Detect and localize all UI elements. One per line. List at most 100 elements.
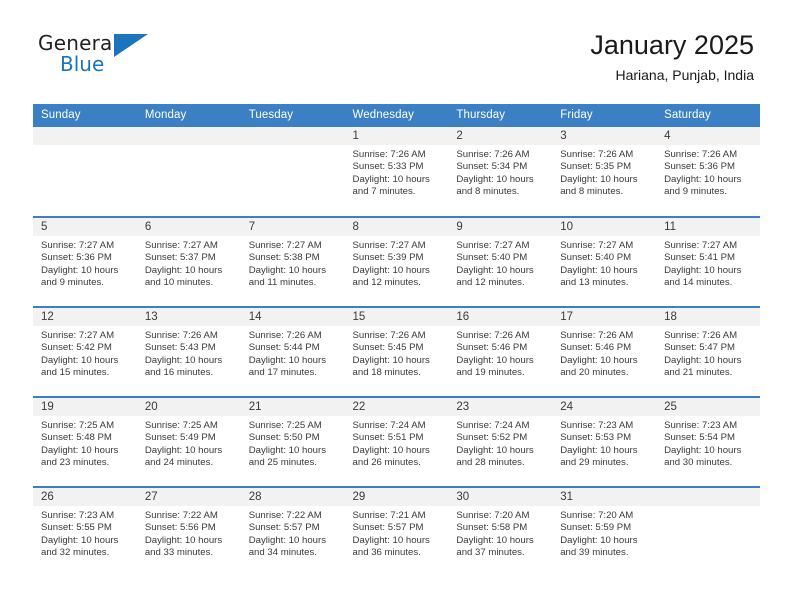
day-number: 16 xyxy=(448,308,553,326)
day-detail-line: Sunrise: 7:26 AM xyxy=(664,149,738,160)
day-detail-line: Daylight: 10 hours xyxy=(456,173,534,185)
calendar-day-cell[interactable]: 14 Sunrise: 7:26 AM Sunset: 5:44 PM Dayligh… xyxy=(240,306,345,397)
day-detail-line: Sunset: 5:58 PM xyxy=(456,522,528,534)
day-number: 5 xyxy=(33,218,137,236)
day-number: 29 xyxy=(344,488,449,506)
day-detail-line: Sunset: 5:53 PM xyxy=(560,432,632,444)
calendar-day-cell[interactable]: 8 Sunrise: 7:27 AM Sunset: 5:39 PM Daylight… xyxy=(344,216,449,307)
calendar-day-cell[interactable]: 25 Sunrise: 7:23 AM Sunset: 5:54 PM Dayligh… xyxy=(656,396,760,487)
day-number: 10 xyxy=(552,218,657,236)
calendar-day-cell[interactable]: 18 Sunrise: 7:26 AM Sunset: 5:47 PM Dayligh… xyxy=(656,306,760,397)
day-detail-line: and 32 minutes. xyxy=(41,546,110,558)
calendar-day-cell[interactable]: 4 Sunrise: 7:26 AM Sunset: 5:36 PM Daylight… xyxy=(656,127,760,217)
calendar-day-cell[interactable]: 16 Sunrise: 7:26 AM Sunset: 5:46 PM Dayligh… xyxy=(448,306,553,397)
day-number: 23 xyxy=(448,398,553,416)
day-detail-line: Sunset: 5:46 PM xyxy=(456,342,528,354)
day-number: 17 xyxy=(552,308,657,326)
day-detail-line: Daylight: 10 hours xyxy=(41,444,119,456)
day-detail-line: and 23 minutes. xyxy=(41,456,110,468)
calendar-day-cell[interactable]: 27 Sunrise: 7:22 AM Sunset: 5:56 PM Dayligh… xyxy=(136,486,241,577)
calendar-day-cell[interactable]: 10 Sunrise: 7:27 AM Sunset: 5:40 PM Dayligh… xyxy=(552,216,657,307)
day-detail-line: Sunset: 5:38 PM xyxy=(248,252,320,264)
calendar-day-cell[interactable]: 1 Sunrise: 7:26 AM Sunset: 5:33 PM Daylight… xyxy=(344,127,449,217)
calendar-day-cell[interactable]: 30 Sunrise: 7:20 AM Sunset: 5:58 PM Dayligh… xyxy=(448,486,553,577)
day-number: 24 xyxy=(552,398,657,416)
day-number: 7 xyxy=(240,218,345,236)
calendar-day-cell[interactable]: 5 Sunrise: 7:27 AM Sunset: 5:36 PM Daylight… xyxy=(33,216,137,307)
calendar-day-cell[interactable]: 11 Sunrise: 7:27 AM Sunset: 5:41 PM Dayligh… xyxy=(656,216,760,307)
calendar-day-cell[interactable]: 17 Sunrise: 7:26 AM Sunset: 5:46 PM Dayligh… xyxy=(552,306,657,397)
calendar-day-cell[interactable]: 2 Sunrise: 7:26 AM Sunset: 5:34 PM Daylight… xyxy=(448,127,553,217)
calendar-day-cell[interactable]: 31 Sunrise: 7:20 AM Sunset: 5:59 PM Dayligh… xyxy=(552,486,657,577)
day-number xyxy=(136,127,241,145)
day-detail-line: Sunrise: 7:26 AM xyxy=(456,149,530,160)
day-detail-line: and 19 minutes. xyxy=(456,366,525,378)
calendar-day-cell[interactable]: 22 Sunrise: 7:24 AM Sunset: 5:51 PM Dayligh… xyxy=(344,396,449,487)
calendar-day-cell[interactable]: 28 Sunrise: 7:22 AM Sunset: 5:57 PM Dayligh… xyxy=(240,486,345,577)
day-detail-line: Sunrise: 7:27 AM xyxy=(144,240,218,251)
day-detail-line: and 37 minutes. xyxy=(456,546,525,558)
calendar-day-cell[interactable]: 29 Sunrise: 7:21 AM Sunset: 5:57 PM Dayligh… xyxy=(344,486,449,577)
day-detail-line: Sunrise: 7:27 AM xyxy=(41,330,115,341)
day-detail-line: Sunset: 5:52 PM xyxy=(456,432,528,444)
calendar-day-cell[interactable]: 9 Sunrise: 7:27 AM Sunset: 5:40 PM Daylight… xyxy=(448,216,553,307)
calendar-day-cell[interactable]: 21 Sunrise: 7:25 AM Sunset: 5:50 PM Dayligh… xyxy=(240,396,345,487)
day-details: Sunrise: 7:24 AM Sunset: 5:52 PM Daylight:… xyxy=(448,416,552,469)
calendar-day-cell[interactable]: 23 Sunrise: 7:24 AM Sunset: 5:52 PM Dayligh… xyxy=(448,396,553,487)
triangle-logo-icon xyxy=(114,34,148,57)
day-detail-line: Daylight: 10 hours xyxy=(352,354,430,366)
day-detail-line: Sunrise: 7:25 AM xyxy=(144,420,218,431)
day-details: Sunrise: 7:21 AM Sunset: 5:57 PM Daylight:… xyxy=(345,506,449,559)
day-detail-line: Sunrise: 7:25 AM xyxy=(41,420,115,431)
day-detail-line: Daylight: 10 hours xyxy=(560,173,638,185)
day-detail-line: Sunset: 5:36 PM xyxy=(41,252,112,264)
calendar-day-cell[interactable]: 24 Sunrise: 7:23 AM Sunset: 5:53 PM Dayligh… xyxy=(552,396,657,487)
day-detail-line: Sunrise: 7:20 AM xyxy=(560,510,634,521)
calendar-day-cell[interactable]: 19 Sunrise: 7:25 AM Sunset: 5:48 PM Dayligh… xyxy=(33,396,137,487)
day-detail-line: Sunrise: 7:23 AM xyxy=(41,510,115,521)
calendar-day-cell[interactable]: 20 Sunrise: 7:25 AM Sunset: 5:49 PM Dayligh… xyxy=(136,396,241,487)
day-detail-line: Sunrise: 7:26 AM xyxy=(456,330,530,341)
day-number: 8 xyxy=(344,218,449,236)
day-detail-line: and 21 minutes. xyxy=(664,366,733,378)
day-detail-line: and 15 minutes. xyxy=(41,366,110,378)
day-details: Sunrise: 7:27 AM Sunset: 5:41 PM Daylight:… xyxy=(656,236,760,289)
calendar-day-cell[interactable]: 26 Sunrise: 7:23 AM Sunset: 5:55 PM Dayligh… xyxy=(33,486,137,577)
day-detail-line: Daylight: 10 hours xyxy=(456,444,534,456)
day-details: Sunrise: 7:27 AM Sunset: 5:42 PM Daylight:… xyxy=(33,326,137,379)
day-details xyxy=(33,145,137,149)
day-detail-line: Daylight: 10 hours xyxy=(560,264,638,276)
calendar-week-row: 1 Sunrise: 7:26 AM Sunset: 5:33 PM Daylight… xyxy=(33,127,760,217)
day-number: 21 xyxy=(240,398,345,416)
day-detail-line: Sunrise: 7:22 AM xyxy=(248,510,322,521)
day-detail-line: Daylight: 10 hours xyxy=(248,354,327,366)
day-detail-line: Sunset: 5:41 PM xyxy=(664,252,735,264)
day-detail-line: Sunset: 5:34 PM xyxy=(456,161,528,173)
day-detail-line: Sunset: 5:49 PM xyxy=(144,432,216,444)
title-block: January 2025 Hariana, Punjab, India xyxy=(590,28,754,85)
calendar-day-cell[interactable]: 15 Sunrise: 7:26 AM Sunset: 5:45 PM Dayligh… xyxy=(344,306,449,397)
day-detail-line: Sunset: 5:36 PM xyxy=(664,161,735,173)
day-detail-line: Sunset: 5:46 PM xyxy=(560,342,632,354)
day-detail-line: Sunset: 5:47 PM xyxy=(664,342,735,354)
calendar-day-cell-empty xyxy=(33,127,137,217)
calendar-day-cell[interactable]: 7 Sunrise: 7:27 AM Sunset: 5:38 PM Daylight… xyxy=(240,216,345,307)
calendar-day-cell[interactable]: 6 Sunrise: 7:27 AM Sunset: 5:37 PM Daylight… xyxy=(136,216,241,307)
calendar-day-cell[interactable]: 12 Sunrise: 7:27 AM Sunset: 5:42 PM Dayligh… xyxy=(33,306,137,397)
day-details: Sunrise: 7:20 AM Sunset: 5:59 PM Daylight:… xyxy=(552,506,656,559)
day-number xyxy=(33,127,137,145)
day-details: Sunrise: 7:20 AM Sunset: 5:58 PM Daylight:… xyxy=(448,506,552,559)
day-detail-line: Sunrise: 7:27 AM xyxy=(41,240,115,251)
day-detail-line: and 29 minutes. xyxy=(560,456,629,468)
day-number: 12 xyxy=(33,308,137,326)
calendar-day-cell[interactable]: 3 Sunrise: 7:26 AM Sunset: 5:35 PM Daylight… xyxy=(552,127,657,217)
day-detail-line: Daylight: 10 hours xyxy=(560,444,638,456)
calendar-day-cell[interactable]: 13 Sunrise: 7:26 AM Sunset: 5:43 PM Dayligh… xyxy=(136,306,241,397)
weekday-header-friday: Friday xyxy=(552,104,657,127)
brand-logo[interactable]: General Blue xyxy=(38,33,158,79)
day-detail-line: Sunrise: 7:25 AM xyxy=(248,420,322,431)
day-detail-line: and 8 minutes. xyxy=(560,185,624,197)
day-details: Sunrise: 7:22 AM Sunset: 5:56 PM Daylight:… xyxy=(137,506,241,559)
day-detail-line: Sunset: 5:37 PM xyxy=(144,252,216,264)
day-detail-line: and 28 minutes. xyxy=(456,456,525,468)
